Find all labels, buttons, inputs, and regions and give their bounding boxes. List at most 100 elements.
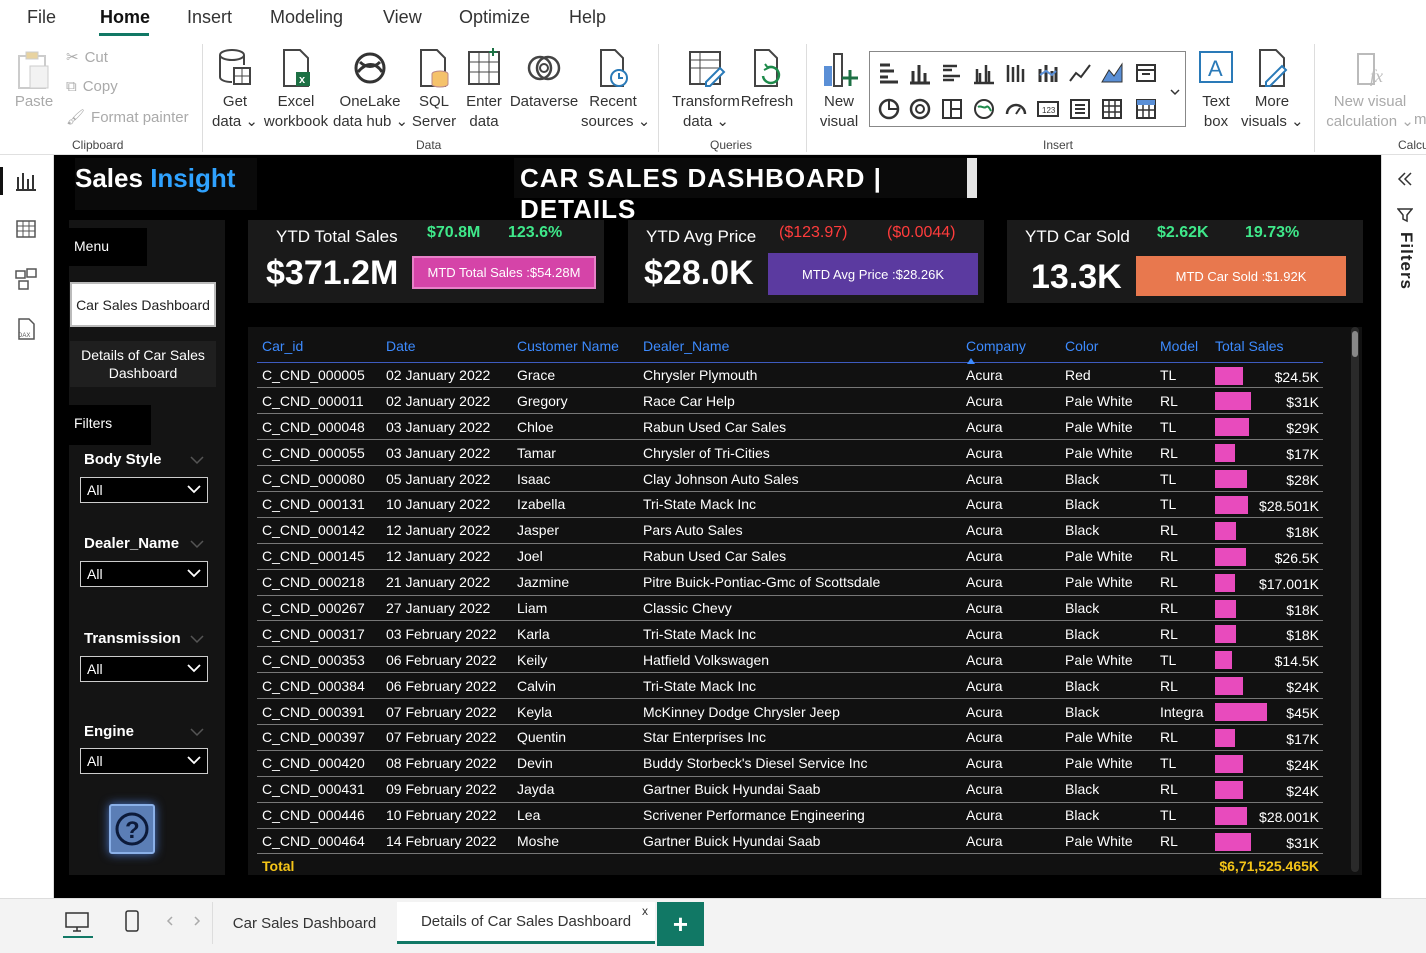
body-style-dropdown[interactable]: All bbox=[80, 477, 208, 503]
column-header[interactable]: Date bbox=[381, 331, 512, 363]
page-tab-details[interactable]: Details of Car Sales Dashboard bbox=[397, 902, 655, 944]
table-row[interactable]: C_CND_000131 10 January 2022 Izabella Tri-S… bbox=[257, 491, 1323, 518]
table-row[interactable]: C_CND_000145 12 January 2022 Joel Rabun Use… bbox=[257, 543, 1323, 570]
dataverse-button[interactable]: Dataverse bbox=[509, 48, 579, 112]
recent-sources-button[interactable]: Recent sources ⌄ bbox=[581, 48, 650, 132]
table-row[interactable]: C_CND_000420 08 February 2022 Devin Buddy S… bbox=[257, 750, 1323, 777]
onelake-button[interactable]: OneLake data hub ⌄ bbox=[333, 48, 408, 132]
table-row[interactable]: C_CND_000048 03 January 2022 Chloe Rabun Us… bbox=[257, 413, 1323, 441]
column-header[interactable]: Color bbox=[1060, 331, 1155, 363]
ribbon-chart-icon[interactable] bbox=[1036, 61, 1060, 85]
nav-car-sales-dashboard[interactable]: Car Sales Dashboard bbox=[70, 282, 216, 327]
more-visuals-button[interactable]: More visuals ⌄ bbox=[1241, 48, 1304, 132]
menu-optimize[interactable]: Optimize bbox=[459, 7, 530, 28]
copy-button[interactable]: ⧉ Copy bbox=[66, 78, 118, 95]
stacked-bar-icon[interactable] bbox=[877, 61, 901, 85]
table-row[interactable]: C_CND_000055 03 January 2022 Tamar Chrysler… bbox=[257, 439, 1323, 467]
donut-chart-icon[interactable] bbox=[908, 97, 932, 121]
chevron-right-icon[interactable] bbox=[193, 916, 201, 926]
format-painter-button[interactable]: 🖌 Format painter bbox=[66, 108, 189, 127]
sales-value: $17K bbox=[1286, 730, 1319, 747]
enter-data-button[interactable]: Enter data bbox=[462, 48, 506, 132]
area-chart-icon[interactable] bbox=[1100, 61, 1124, 85]
engine-dropdown[interactable]: All bbox=[80, 748, 208, 774]
table-row[interactable]: C_CND_000353 06 February 2022 Keily Hatfiel… bbox=[257, 646, 1323, 674]
column-header[interactable]: Car_id bbox=[257, 331, 381, 363]
get-data-button[interactable]: Get data ⌄ bbox=[210, 48, 260, 132]
page-tab-car-sales-dashboard[interactable]: Car Sales Dashboard bbox=[212, 902, 396, 944]
clustered-bar-icon[interactable] bbox=[940, 61, 964, 85]
transform-data-button[interactable]: Transform data ⌄ bbox=[670, 48, 742, 132]
report-view-icon[interactable] bbox=[14, 169, 38, 193]
table-view-icon[interactable] bbox=[14, 217, 38, 241]
chevron-left-icon[interactable] bbox=[166, 916, 174, 926]
menu-home[interactable]: Home bbox=[100, 7, 150, 28]
model-view-icon[interactable] bbox=[14, 267, 38, 291]
card-icon[interactable]: 123 bbox=[1036, 97, 1060, 121]
table-row[interactable]: C_CND_000446 10 February 2022 Lea Scrivener… bbox=[257, 802, 1323, 829]
collapse-chevron-icon[interactable] bbox=[1397, 171, 1413, 187]
menu-file[interactable]: File bbox=[27, 7, 56, 28]
column-header[interactable]: Company bbox=[961, 331, 1060, 364]
table-row[interactable]: C_CND_000397 07 February 2022 Quentin Star … bbox=[257, 724, 1323, 751]
table-row[interactable]: C_CND_000317 03 February 2022 Karla Tri-Sta… bbox=[257, 620, 1323, 648]
column-header[interactable]: Model bbox=[1155, 331, 1210, 363]
menu-help[interactable]: Help bbox=[569, 7, 606, 28]
new-visual-button[interactable]: New visual bbox=[815, 48, 863, 132]
sql-server-button[interactable]: SQL Server bbox=[411, 48, 457, 132]
cut-button[interactable]: ✂ Cut bbox=[66, 48, 108, 67]
table-scroll-thumb[interactable] bbox=[1352, 331, 1358, 357]
nav-details-dashboard[interactable]: Details of Car Sales Dashboard bbox=[70, 341, 216, 387]
refresh-button[interactable]: Refresh bbox=[740, 48, 794, 112]
dax-query-view-icon[interactable]: DAX bbox=[14, 317, 38, 341]
menu-insert[interactable]: Insert bbox=[187, 7, 232, 28]
transmission-dropdown[interactable]: All bbox=[80, 656, 208, 682]
column-header[interactable]: Total Sales bbox=[1210, 331, 1323, 363]
excel-workbook-button[interactable]: x Excel workbook bbox=[262, 48, 330, 132]
table-row[interactable]: C_CND_000080 05 January 2022 Isaac Clay Joh… bbox=[257, 465, 1323, 492]
chevron-down-icon[interactable] bbox=[190, 634, 204, 644]
chevron-down-icon[interactable] bbox=[190, 727, 204, 737]
table-scrollbar[interactable] bbox=[1351, 327, 1359, 872]
table-cell: Gartner Buick Hyundai Saab bbox=[638, 828, 961, 855]
add-page-button[interactable]: + bbox=[657, 902, 704, 946]
close-tab-icon[interactable]: x bbox=[642, 904, 648, 918]
pie-chart-icon[interactable] bbox=[877, 97, 901, 121]
table-row[interactable]: C_CND_000005 02 January 2022 Grace Chrysler… bbox=[257, 362, 1323, 389]
chevron-down-icon[interactable] bbox=[190, 455, 204, 465]
text-box-button[interactable]: A Text box bbox=[1193, 48, 1239, 132]
table-row[interactable]: C_CND_000218 21 January 2022 Jazmine Pitre … bbox=[257, 569, 1323, 596]
gallery-expand-icon[interactable] bbox=[1170, 88, 1180, 96]
new-visual-calculation-button[interactable]: fx New visual calculation ⌄ bbox=[1322, 48, 1418, 132]
100-bar-icon[interactable] bbox=[1004, 61, 1028, 85]
stacked-column-icon[interactable] bbox=[908, 61, 932, 85]
table-row[interactable]: C_CND_000384 06 February 2022 Calvin Tri-St… bbox=[257, 672, 1323, 700]
table-row[interactable]: C_CND_000391 07 February 2022 Keyla McKinne… bbox=[257, 698, 1323, 725]
table-row[interactable]: C_CND_000464 14 February 2022 Moshe Gartner… bbox=[257, 828, 1323, 855]
table-icon[interactable] bbox=[1100, 97, 1124, 121]
treemap-icon[interactable] bbox=[940, 97, 964, 121]
chevron-down-icon[interactable] bbox=[190, 539, 204, 549]
mobile-layout-icon[interactable] bbox=[124, 909, 140, 933]
desktop-layout-icon[interactable] bbox=[64, 911, 90, 933]
table-row[interactable]: C_CND_000431 09 February 2022 Jayda Gartner… bbox=[257, 776, 1323, 803]
table-row[interactable]: C_CND_000142 12 January 2022 Jasper Pars Au… bbox=[257, 517, 1323, 544]
clustered-column-icon[interactable] bbox=[972, 61, 996, 85]
map-icon[interactable] bbox=[972, 97, 996, 121]
line-chart-icon[interactable] bbox=[1068, 61, 1092, 85]
menu-modeling[interactable]: Modeling bbox=[270, 7, 343, 28]
sales-value: $45K bbox=[1286, 705, 1319, 722]
column-header[interactable]: Dealer_Name bbox=[638, 331, 961, 363]
dealer-name-dropdown[interactable]: All bbox=[80, 561, 208, 587]
waterfall-icon[interactable] bbox=[1134, 61, 1158, 85]
table-row[interactable]: C_CND_000267 27 January 2022 Liam Classic C… bbox=[257, 595, 1323, 622]
table-row[interactable]: C_CND_000011 02 January 2022 Gregory Race C… bbox=[257, 387, 1323, 415]
gauge-icon[interactable] bbox=[1004, 97, 1028, 121]
multirow-card-icon[interactable] bbox=[1068, 97, 1092, 121]
menu-view[interactable]: View bbox=[383, 7, 422, 28]
help-button[interactable]: ? bbox=[109, 804, 155, 854]
paste-button[interactable]: Paste bbox=[12, 50, 56, 112]
matrix-icon[interactable] bbox=[1134, 97, 1158, 121]
table-cell: 21 January 2022 bbox=[381, 569, 512, 596]
column-header[interactable]: Customer Name bbox=[512, 331, 638, 363]
